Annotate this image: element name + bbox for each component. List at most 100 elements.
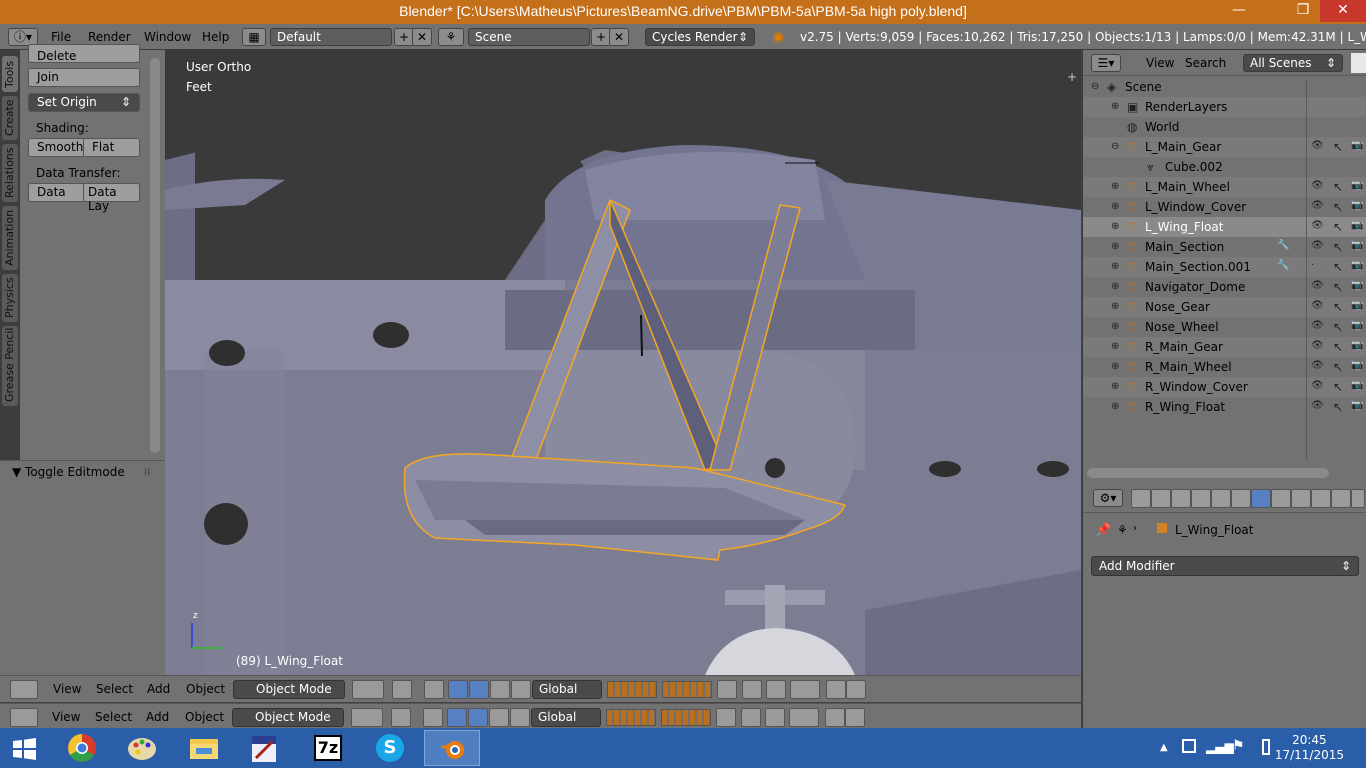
outliner-item-name[interactable]: World — [1145, 120, 1179, 134]
tab-animation[interactable]: Animation — [2, 206, 18, 270]
selectability-cursor-icon[interactable]: ↖ — [1333, 180, 1343, 194]
menu-render[interactable]: Render — [88, 30, 131, 44]
layers-grid-a[interactable] — [606, 709, 656, 726]
scale-manipulator-icon[interactable] — [490, 680, 510, 699]
selectability-cursor-icon[interactable]: ↖ — [1333, 280, 1343, 294]
expand-toggle-icon[interactable]: ⊕ — [1111, 101, 1119, 112]
lock-camera-icon[interactable] — [717, 680, 737, 699]
scene-context-icon[interactable] — [1171, 489, 1191, 508]
scale-manipulator-icon[interactable] — [489, 708, 509, 727]
skype-icon[interactable]: S — [362, 730, 418, 766]
menu-help[interactable]: Help — [202, 30, 229, 44]
tab-physics[interactable]: Physics — [2, 274, 18, 322]
transform-toggle-icon[interactable] — [511, 680, 531, 699]
7zip-icon[interactable]: 7z — [300, 730, 356, 766]
outliner-row[interactable]: ⊕ ▽ L_Window_Cover 👁 ↖ 📷 — [1083, 197, 1366, 217]
object-context-icon[interactable] — [1211, 489, 1231, 508]
texture-context-icon[interactable] — [1311, 489, 1331, 508]
render-camera-icon[interactable]: 📷 — [1351, 360, 1363, 371]
selectability-cursor-icon[interactable]: ↖ — [1333, 140, 1343, 154]
mode-select[interactable]: Object Mode — [232, 708, 344, 727]
outliner-item-name[interactable]: R_Window_Cover — [1145, 380, 1248, 394]
set-origin-menu[interactable]: Set Origin ⇕ — [28, 93, 140, 112]
visibility-eye-icon[interactable]: 👁 — [1311, 240, 1324, 251]
tab-grease-pencil[interactable]: Grease Pencil — [2, 326, 18, 406]
render-camera-icon[interactable]: 📷 — [1351, 180, 1363, 191]
modifiers-context-icon[interactable] — [1251, 489, 1271, 508]
outliner-item-name[interactable]: L_Wing_Float — [1145, 220, 1223, 234]
header-object-menu[interactable]: Object — [186, 682, 225, 696]
render-context-icon[interactable] — [1131, 489, 1151, 508]
outliner-row[interactable]: ⊕ ▽ R_Main_Wheel 👁 ↖ 📷 — [1083, 357, 1366, 377]
expand-toggle-icon[interactable]: ⊕ — [1111, 201, 1119, 212]
outliner-item-name[interactable]: Main_Section.001 — [1145, 260, 1251, 274]
3d-viewport[interactable]: User Ortho Feet (89) L_Wing_Float z + — [165, 50, 1081, 675]
outliner-item-name[interactable]: R_Wing_Float — [1145, 400, 1225, 414]
selectability-cursor-icon[interactable]: ↖ — [1333, 380, 1343, 394]
header-view-menu[interactable]: View — [52, 710, 80, 724]
outliner-item-name[interactable]: R_Main_Gear — [1145, 340, 1223, 354]
editor-type-3d-icon[interactable] — [10, 680, 38, 699]
expand-toggle-icon[interactable]: ⊕ — [1111, 181, 1119, 192]
material-context-icon[interactable] — [1291, 489, 1311, 508]
menu-window[interactable]: Window — [144, 30, 191, 44]
selectability-cursor-icon[interactable]: ↖ — [1333, 300, 1343, 314]
pin-icon[interactable]: 📌 — [1095, 523, 1111, 538]
blender-icon[interactable] — [424, 730, 480, 766]
outliner-item-name[interactable]: Scene — [1125, 80, 1162, 94]
rotate-manipulator-icon[interactable] — [469, 680, 489, 699]
expand-toggle-icon[interactable]: ⊕ — [1111, 261, 1119, 272]
render-camera-icon[interactable]: 📷 — [1351, 380, 1363, 391]
data-transfer-button[interactable]: Data — [28, 183, 84, 202]
editor-type-properties-icon[interactable]: ⚙▾ — [1093, 489, 1123, 507]
expand-toggle-icon[interactable]: ⊕ — [1111, 301, 1119, 312]
outliner-row[interactable]: ⊕ ▽ L_Wing_Float 👁 ↖ 📷 — [1083, 217, 1366, 237]
outliner-item-name[interactable]: Navigator_Dome — [1145, 280, 1245, 294]
outliner-row[interactable]: ⊕ ▽ Navigator_Dome 👁 ↖ 📷 — [1083, 277, 1366, 297]
snap-icon[interactable] — [766, 680, 786, 699]
header-select-menu[interactable]: Select — [96, 682, 133, 696]
menu-file[interactable]: File — [51, 30, 71, 44]
constraints-context-icon[interactable] — [1231, 489, 1251, 508]
render-camera-icon[interactable]: 📷 — [1351, 400, 1363, 411]
remove-layout-button[interactable]: ✕ — [412, 28, 432, 46]
render-camera-icon[interactable]: 📷 — [1351, 260, 1363, 271]
outliner-search-field[interactable] — [1351, 53, 1366, 73]
snap-element-icon[interactable] — [790, 680, 820, 699]
flag-icon[interactable]: ⚑ — [1232, 738, 1245, 754]
toolshelf-scrollbar[interactable] — [150, 58, 160, 453]
visibility-eye-icon[interactable]: 👁 — [1311, 140, 1324, 151]
outliner-row[interactable]: ⊕ ▽ R_Main_Gear 👁 ↖ 📷 — [1083, 337, 1366, 357]
modifier-wrench-icon[interactable]: 🔧 — [1277, 260, 1289, 271]
selectability-cursor-icon[interactable]: ↖ — [1333, 220, 1343, 234]
tray-expand-icon[interactable]: ▲ — [1160, 742, 1168, 753]
outliner-display-mode-select[interactable]: All Scenes ⇕ — [1243, 54, 1343, 72]
expand-toggle-icon[interactable]: ⊕ — [1111, 221, 1119, 232]
expand-toggle-icon[interactable]: ⊕ — [1111, 401, 1119, 412]
render-layers-context-icon[interactable] — [1151, 489, 1171, 508]
scene-field[interactable]: Scene — [468, 28, 590, 46]
selectability-cursor-icon[interactable]: ↖ — [1333, 260, 1343, 274]
layers-grid-b[interactable] — [662, 681, 712, 698]
rotate-manipulator-icon[interactable] — [468, 708, 488, 727]
outliner-hscrollbar[interactable] — [1087, 468, 1329, 478]
editor-type-3d-icon[interactable] — [10, 708, 38, 727]
physics-context-icon[interactable] — [1351, 489, 1365, 508]
visibility-eye-icon[interactable]: 👁 — [1311, 300, 1324, 311]
render-camera-icon[interactable]: 📷 — [1351, 220, 1363, 231]
minimize-button[interactable]: — — [1222, 0, 1256, 22]
outliner-item-name[interactable]: Nose_Wheel — [1145, 320, 1219, 334]
selectability-cursor-icon[interactable]: ↖ — [1333, 400, 1343, 414]
screen-layout-field[interactable]: Default — [270, 28, 392, 46]
selectability-cursor-icon[interactable]: ↖ — [1333, 200, 1343, 214]
editor-type-outliner-icon[interactable]: ☰▾ — [1091, 54, 1121, 72]
add-region-icon[interactable]: + — [1067, 70, 1077, 84]
layers-grid-a[interactable] — [607, 681, 657, 698]
tab-create[interactable]: Create — [2, 96, 18, 140]
render-camera-icon[interactable]: 📷 — [1351, 280, 1363, 291]
data-layout-button[interactable]: Data Lay — [83, 183, 140, 213]
render-camera-icon[interactable]: 📷 — [1351, 340, 1363, 351]
render-icon[interactable] — [825, 708, 845, 727]
visibility-eye-icon[interactable]: 👁 — [1311, 180, 1324, 191]
outliner-item-name[interactable]: L_Main_Gear — [1145, 140, 1221, 154]
